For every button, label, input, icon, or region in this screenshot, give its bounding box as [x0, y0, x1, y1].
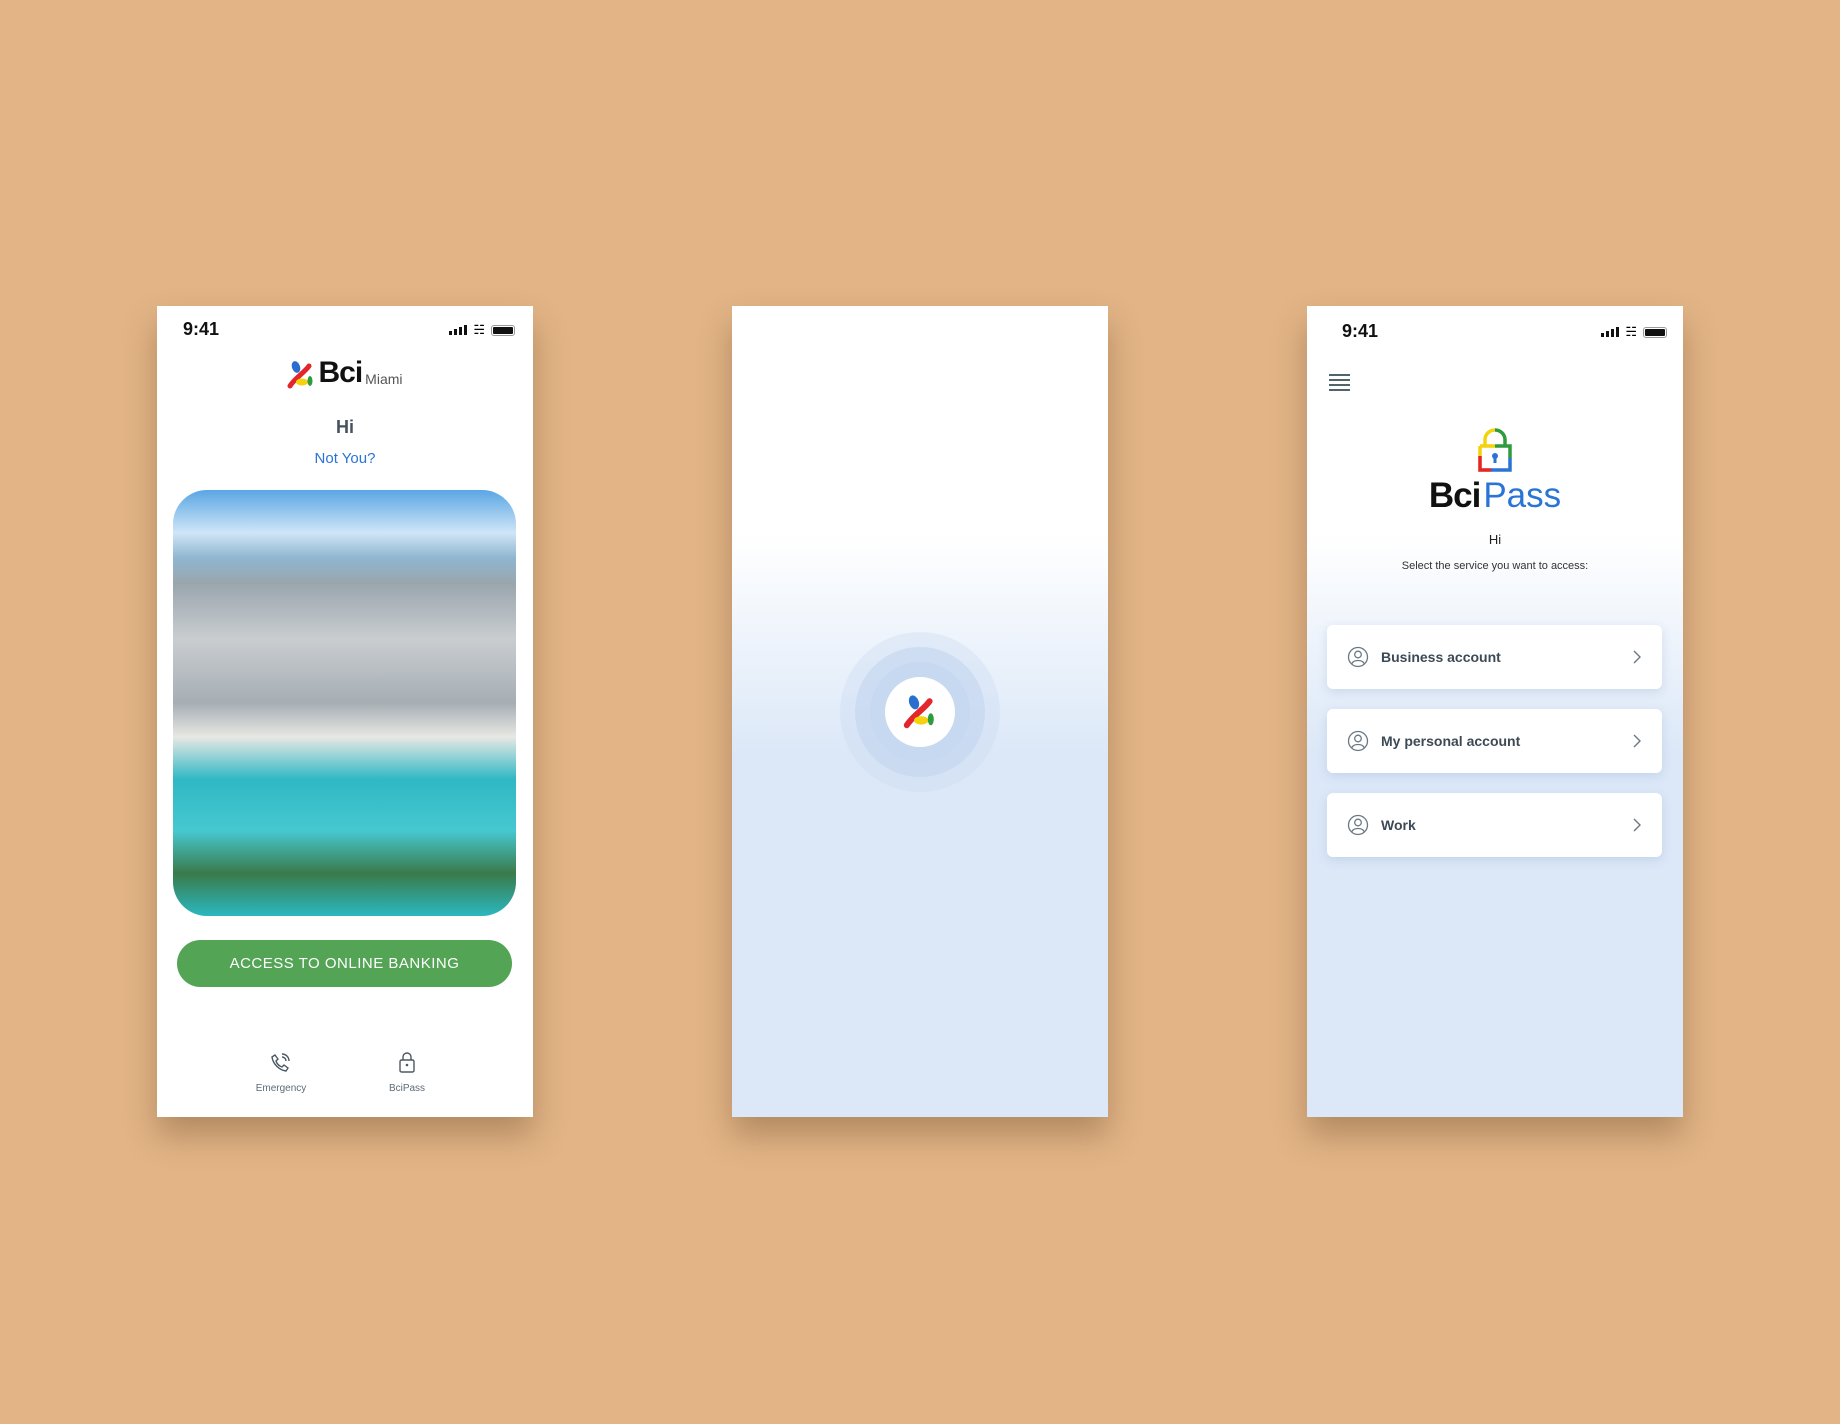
service-work[interactable]: Work: [1327, 793, 1662, 857]
brand-bci: Bci: [1428, 476, 1481, 515]
lock-icon: [399, 1052, 415, 1073]
user-circle-icon: [1347, 814, 1369, 836]
greeting: Hi: [336, 417, 354, 437]
signal-icon: [1601, 327, 1620, 337]
chevron-right-icon: [1633, 818, 1641, 832]
login-screen: 9:41 ☵ Bci Miami Hi Not You? ACCESS TO O…: [157, 306, 533, 1117]
bci-logo-icon: [903, 695, 934, 729]
bci-logo-icon: [287, 361, 313, 389]
service-business-account[interactable]: Business account: [1327, 625, 1662, 689]
brand-suffix: Miami: [365, 371, 403, 387]
hamburger-menu-icon[interactable]: [1329, 374, 1350, 391]
not-you-link[interactable]: Not You?: [157, 450, 533, 467]
bci-miami-logo: Bci Miami: [157, 356, 533, 390]
signal-icon: [449, 325, 468, 335]
brand-name: Bci: [318, 356, 363, 389]
service-label: Business account: [1381, 649, 1501, 665]
status-time: 9:41: [1342, 321, 1379, 341]
user-circle-icon: [1347, 646, 1369, 668]
service-prompt: Select the service you want to access:: [1401, 560, 1589, 572]
bcipass-screen: 9:41 ☵ BciPass Hi Select the service you…: [1307, 306, 1683, 1117]
chevron-right-icon: [1633, 650, 1641, 664]
nav-label: BciPass: [388, 1083, 426, 1094]
service-label: My personal account: [1381, 733, 1521, 749]
status-icons: ☵: [449, 322, 515, 338]
nav-emergency[interactable]: Emergency: [241, 1051, 321, 1094]
wifi-icon: ☵: [1625, 324, 1637, 339]
miami-skyline-image: [173, 490, 516, 916]
status-time: 9:41: [183, 319, 220, 339]
brand-pass: Pass: [1483, 476, 1562, 515]
battery-icon: [1643, 326, 1667, 338]
nav-label: Emergency: [255, 1083, 307, 1094]
access-online-banking-button[interactable]: ACCESS TO ONLINE BANKING: [177, 940, 512, 987]
user-circle-icon: [1347, 730, 1369, 752]
service-label: Work: [1381, 817, 1416, 833]
chevron-right-icon: [1633, 734, 1641, 748]
battery-icon: [491, 324, 515, 336]
greeting: Hi: [1488, 532, 1502, 547]
phone-ringing-icon: [271, 1053, 290, 1072]
loader-logo: [885, 677, 955, 747]
status-icons: ☵: [1601, 324, 1667, 340]
wifi-icon: ☵: [473, 322, 485, 337]
service-personal-account[interactable]: My personal account: [1327, 709, 1662, 773]
bcipass-wordmark: BciPass: [1307, 476, 1683, 516]
nav-bcipass[interactable]: BciPass: [367, 1051, 447, 1094]
splash-screen: [732, 306, 1108, 1117]
bcipass-lock-logo-icon: [1478, 428, 1512, 472]
